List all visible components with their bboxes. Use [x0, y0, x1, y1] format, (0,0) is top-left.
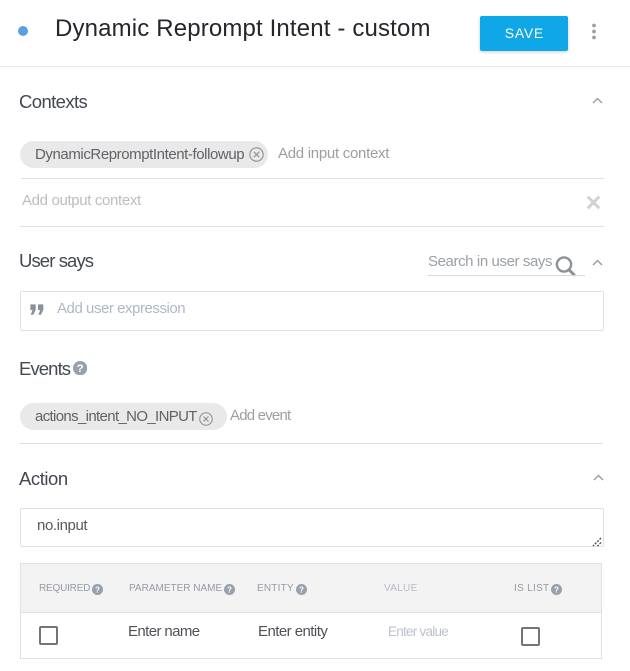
svg-text:?: ? [554, 585, 559, 594]
svg-text:?: ? [299, 585, 304, 594]
svg-text:?: ? [77, 363, 84, 375]
svg-text:?: ? [227, 585, 232, 594]
svg-text:?: ? [95, 585, 100, 594]
